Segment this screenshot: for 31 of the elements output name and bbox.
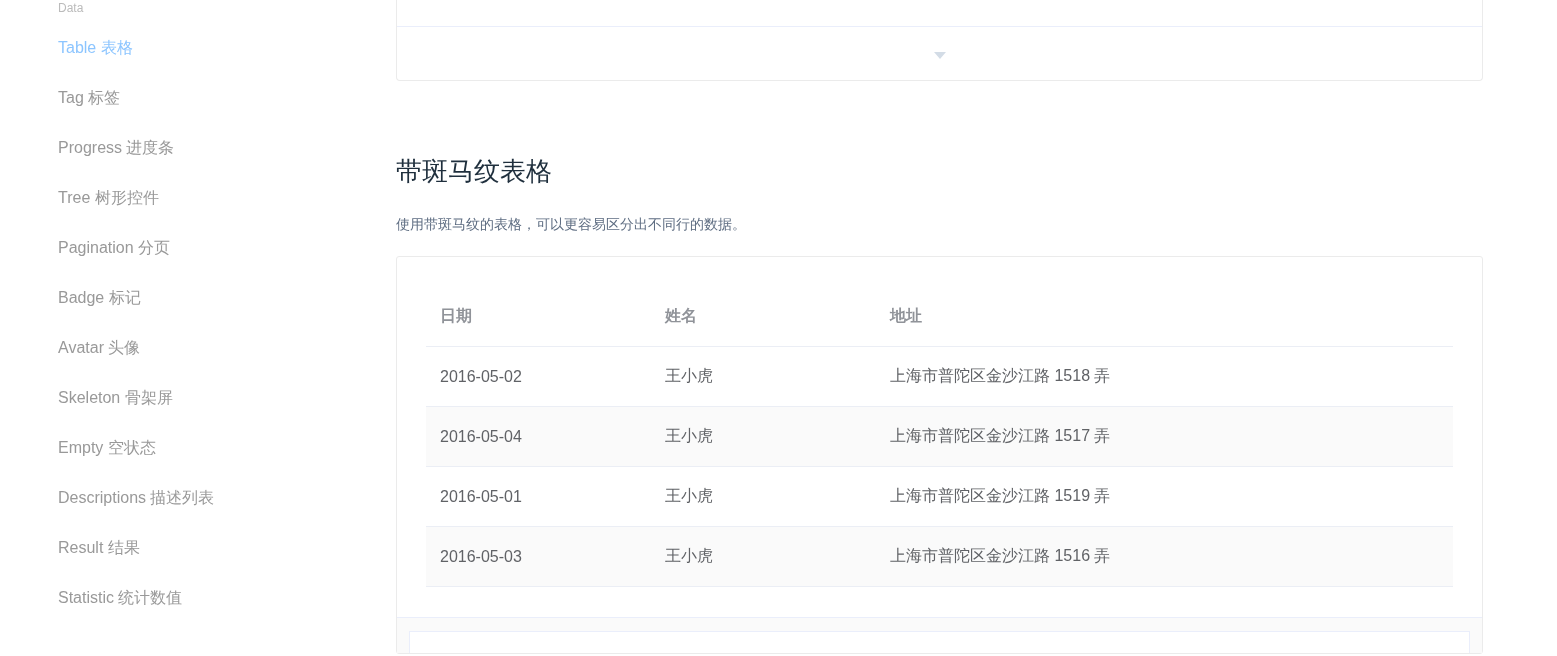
sidebar-item[interactable]: Statistic 统计数值 xyxy=(58,583,183,633)
sidebar-item[interactable]: Skeleton 骨架屏 xyxy=(58,383,173,433)
sidebar-item[interactable]: Empty 空状态 xyxy=(58,433,156,483)
column-header: 姓名 xyxy=(651,287,876,347)
table-cell: 王小虎 xyxy=(651,466,876,527)
caret-down-icon xyxy=(933,51,946,59)
table-cell: 2016-05-01 xyxy=(426,466,651,527)
table-cell: 2016-05-04 xyxy=(426,406,651,467)
table-cell: 王小虎 xyxy=(651,526,876,587)
sidebar-item[interactable]: Result 结果 xyxy=(58,533,140,583)
nav-group-label: Data xyxy=(58,0,85,16)
sidebar-item[interactable]: Descriptions 描述列表 xyxy=(58,483,215,533)
table-cell: 王小虎 xyxy=(651,406,876,467)
section-title: 带斑马纹表格 xyxy=(396,155,553,188)
sidebar-item[interactable]: Progress 进度条 xyxy=(58,133,175,183)
sidebar-item[interactable]: Tag 标签 xyxy=(58,83,121,133)
table-cell: 2016-05-03 xyxy=(426,526,651,587)
table-cell: 上海市普陀区金沙江路 1516 弄 xyxy=(876,526,1453,587)
table-cell: 2016-05-02 xyxy=(426,346,651,407)
section-description: 使用带斑马纹的表格，可以更容易区分出不同行的数据。 xyxy=(396,215,747,234)
sidebar-item[interactable]: Pagination 分页 xyxy=(58,233,171,283)
table-cell: 上海市普陀区金沙江路 1518 弄 xyxy=(876,346,1453,407)
table-cell: 上海市普陀区金沙江路 1517 弄 xyxy=(876,406,1453,467)
sidebar-item[interactable]: Avatar 头像 xyxy=(58,333,141,383)
column-header: 日期 xyxy=(426,287,651,347)
column-header: 地址 xyxy=(876,287,1453,347)
sidebar-item[interactable]: Tree 树形控件 xyxy=(58,183,159,233)
sidebar-item[interactable]: Badge 标记 xyxy=(58,283,141,333)
sidebar-item[interactable]: Table 表格 xyxy=(58,33,133,83)
table-cell: 王小虎 xyxy=(651,346,876,407)
table-cell: 上海市普陀区金沙江路 1519 弄 xyxy=(876,466,1453,527)
